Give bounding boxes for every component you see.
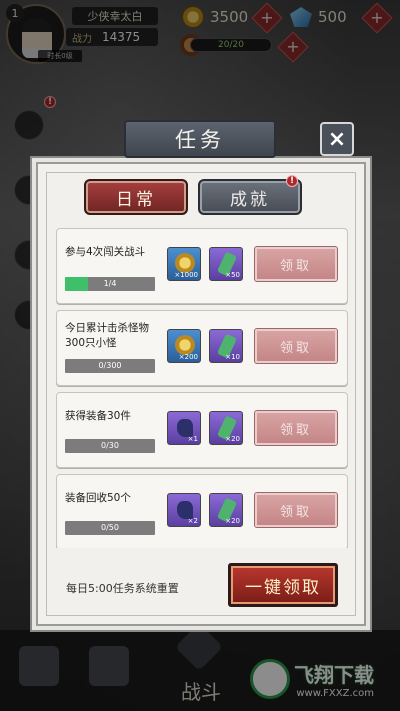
reward-item[interactable]: ×20	[209, 493, 243, 527]
reward-qty: ×10	[225, 353, 240, 361]
task-item: 获得装备30件 0/30 ×1 ×20 领取	[56, 392, 348, 468]
reward-item[interactable]: ×50	[209, 247, 243, 281]
dialog-title: 任务	[124, 120, 276, 158]
reward-qty: ×20	[225, 517, 240, 525]
claim-button[interactable]: 领取	[254, 328, 338, 364]
task-progress-bar: 0/50	[65, 521, 155, 535]
task-progress-bar: 0/300	[65, 359, 155, 373]
tab-daily-label: 日常	[116, 189, 156, 210]
close-button[interactable]: ×	[320, 122, 354, 156]
reward-qty: ×1000	[174, 271, 198, 279]
tab-achievement-label: 成就	[230, 189, 270, 210]
task-progress-bar: 1/4	[65, 277, 155, 291]
progress-text: 0/30	[101, 441, 119, 450]
task-item: 今日累计击杀怪物300只小怪 0/300 ×200 ×10 领取	[56, 310, 348, 386]
reward-qty: ×50	[225, 271, 240, 279]
reward-item[interactable]: ×20	[209, 411, 243, 445]
progress-text: 0/50	[101, 523, 119, 532]
task-name: 今日累计击杀怪物300只小怪	[65, 322, 149, 349]
coin-icon	[175, 253, 195, 273]
task-list[interactable]: 参与4次闯关战斗 1/4 ×1000 ×50 领取 今日累计击杀怪物300只小怪…	[56, 228, 348, 548]
claim-button[interactable]: 领取	[254, 410, 338, 446]
task-item: 参与4次闯关战斗 1/4 ×1000 ×50 领取	[56, 228, 348, 304]
reward-item[interactable]: ×10	[209, 329, 243, 363]
task-name: 装备回收50个	[65, 492, 131, 504]
task-progress-bar: 0/30	[65, 439, 155, 453]
reward-item[interactable]: ×1	[167, 411, 201, 445]
progress-text: 1/4	[103, 279, 117, 288]
progress-text: 0/300	[98, 361, 122, 370]
close-icon: ×	[327, 126, 347, 152]
reward-item[interactable]: ×1000	[167, 247, 201, 281]
coin-icon	[175, 335, 195, 355]
reward-qty: ×20	[225, 435, 240, 443]
reward-item[interactable]: ×200	[167, 329, 201, 363]
claim-button[interactable]: 领取	[254, 246, 338, 282]
reward-qty: ×200	[178, 353, 198, 361]
reward-qty: ×2	[187, 517, 198, 525]
tab-daily[interactable]: 日常	[84, 179, 188, 215]
achievement-badge: !	[286, 175, 298, 187]
claim-button[interactable]: 领取	[254, 492, 338, 528]
reset-notice: 每日5:00任务系统重置	[66, 582, 179, 595]
task-item: 装备回收50个 0/50 ×2 ×20 领取	[56, 474, 348, 548]
task-name: 参与4次闯关战斗	[65, 246, 146, 258]
claim-all-button[interactable]: 一键领取	[228, 563, 338, 607]
task-name: 获得装备30件	[65, 410, 131, 422]
reward-item[interactable]: ×2	[167, 493, 201, 527]
reward-qty: ×1	[187, 435, 198, 443]
